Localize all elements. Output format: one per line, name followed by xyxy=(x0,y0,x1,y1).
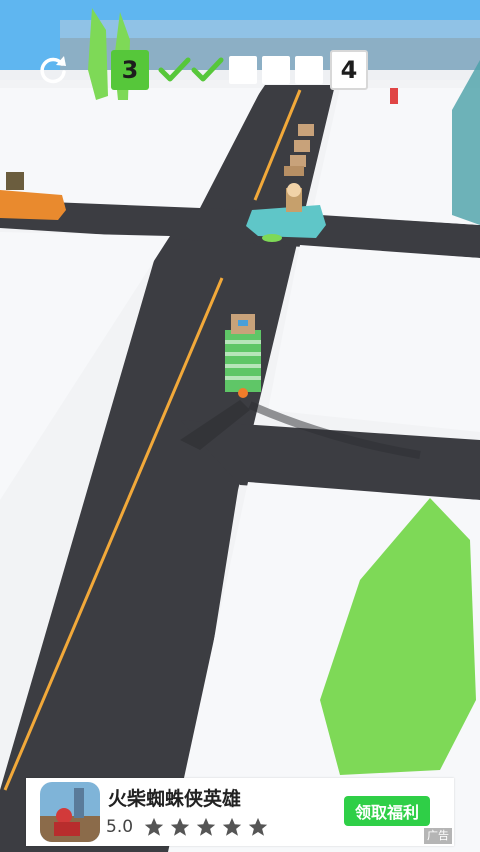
star-icon xyxy=(248,817,268,836)
game-scene[interactable] xyxy=(0,0,480,852)
star-icon xyxy=(196,817,216,836)
ad-title[interactable]: 火柴蜘蛛侠英雄 xyxy=(108,784,241,811)
ad-rating-value: 5.0 xyxy=(106,817,134,837)
ad-banner[interactable]: 火柴蜘蛛侠英雄 5.0 领取福利 广告 xyxy=(26,778,454,846)
ad-cta-button[interactable]: 领取福利 xyxy=(344,796,430,826)
restart-button[interactable] xyxy=(34,50,72,88)
progress-step-todo xyxy=(262,56,290,84)
ad-label: 广告 xyxy=(424,828,452,844)
restart-icon xyxy=(40,56,66,84)
progress-step-done xyxy=(190,56,224,84)
star-icon xyxy=(170,817,190,836)
hud: 3 4 xyxy=(0,0,480,100)
next-level-badge: 4 xyxy=(330,50,368,90)
ad-app-icon[interactable] xyxy=(40,782,100,842)
progress-step-todo xyxy=(295,56,323,84)
star-icon xyxy=(222,817,242,836)
progress-step-todo xyxy=(229,56,257,84)
check-icon xyxy=(158,57,191,82)
ad-rating-row: 5.0 xyxy=(106,816,273,838)
star-icon xyxy=(144,817,164,836)
progress-step-done xyxy=(157,56,191,84)
check-icon xyxy=(191,57,224,82)
block-right-mid xyxy=(268,245,480,432)
current-level-badge: 3 xyxy=(111,50,149,90)
